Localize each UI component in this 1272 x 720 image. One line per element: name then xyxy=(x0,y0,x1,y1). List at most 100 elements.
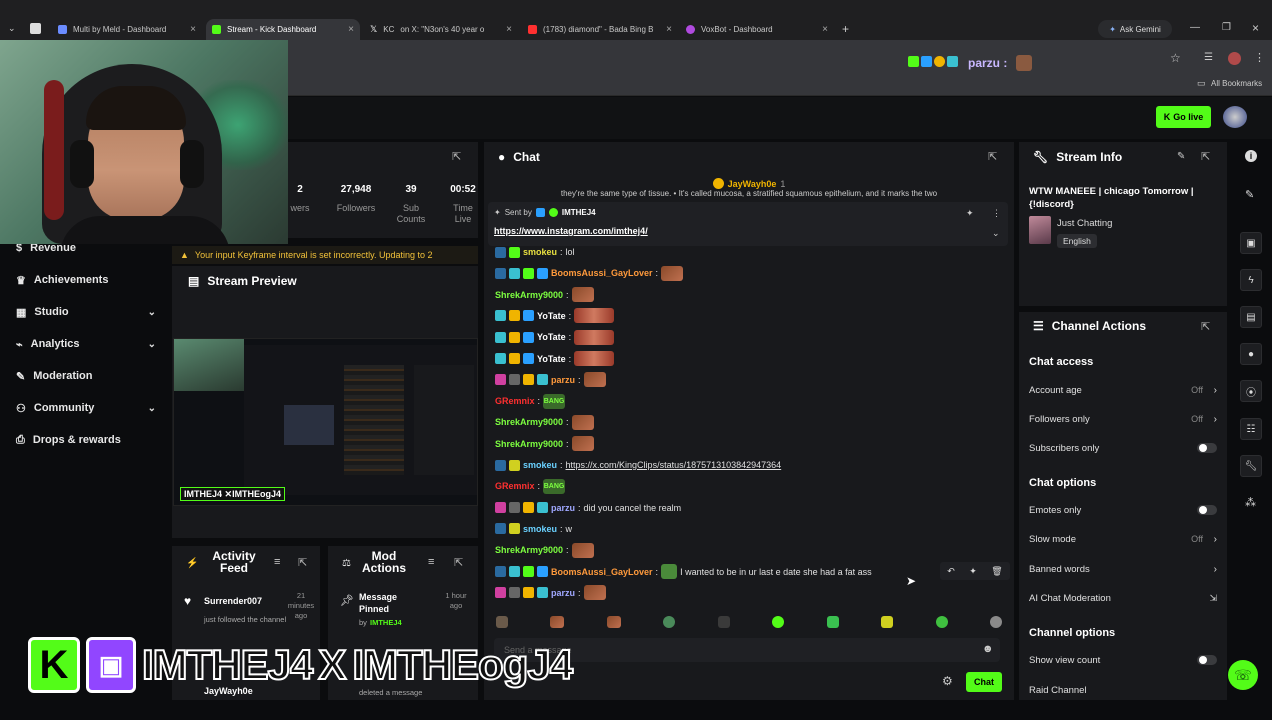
chat-username[interactable]: parzu xyxy=(551,375,575,385)
emote-icon[interactable] xyxy=(663,616,676,628)
pencil-icon[interactable]: ✎ xyxy=(1245,188,1254,201)
close-tab-icon[interactable]: × xyxy=(190,24,196,35)
info-icon[interactable]: i xyxy=(1245,150,1257,162)
browser-tab[interactable]: VoxBot - Dashboard × xyxy=(680,19,834,40)
chat-link[interactable]: https://x.com/KingClips/status/187571310… xyxy=(566,460,782,470)
user-avatar[interactable] xyxy=(1223,106,1247,128)
emoji-icon[interactable]: ☻ xyxy=(982,643,994,655)
chat-settings-icon[interactable]: ⚙ xyxy=(942,674,953,688)
emote-icon[interactable] xyxy=(717,616,730,628)
account-avatar[interactable] xyxy=(1228,52,1241,65)
chat-message[interactable]: ShrekArmy9000: xyxy=(495,413,594,431)
chat-username[interactable]: GRemnix xyxy=(495,396,535,406)
ask-gemini-button[interactable]: ✦ Ask Gemini xyxy=(1098,20,1172,38)
chat-username[interactable]: YoTate xyxy=(537,354,566,364)
chat-username[interactable]: BoomsAussi_GayLover xyxy=(551,268,653,278)
close-tab-icon[interactable]: × xyxy=(348,24,354,35)
emote-icon[interactable] xyxy=(772,616,785,628)
chat-username[interactable]: parzu xyxy=(551,503,575,513)
rail-broadcast-icon[interactable]: ⦿ xyxy=(1240,380,1262,402)
chat-message[interactable]: parzu: did you cancel the realm xyxy=(495,499,681,517)
stream-preview-video[interactable]: IMTHEJ4 ✕ IMTHEogJ4 xyxy=(173,338,478,506)
expand-chevron-icon[interactable]: ⌄ xyxy=(992,228,1000,239)
account-age-row[interactable]: Account age Off › xyxy=(1029,381,1217,399)
chat-username[interactable]: ShrekArmy9000 xyxy=(495,439,563,449)
unpin-icon[interactable]: ✦ xyxy=(966,208,974,219)
minimize-icon[interactable]: — xyxy=(1190,22,1200,33)
filter-icon[interactable]: ≡ xyxy=(428,556,434,568)
emote-icon[interactable] xyxy=(550,616,565,628)
chat-message[interactable]: smokeu: w xyxy=(495,520,572,538)
popout-icon[interactable]: ⇱ xyxy=(452,150,461,163)
restore-icon[interactable]: ❐ xyxy=(1222,22,1231,33)
browser-tab[interactable]: 𝕏 KC on X: "N3on's 40 year o × xyxy=(364,19,518,40)
emotes-only-toggle[interactable] xyxy=(1197,505,1217,515)
chat-username[interactable]: parzu xyxy=(551,588,575,598)
new-tab-button[interactable]: + xyxy=(842,22,849,36)
chat-username[interactable]: ShrekArmy9000 xyxy=(495,545,563,555)
go-live-button[interactable]: K Go live xyxy=(1156,106,1211,128)
emote-icon[interactable] xyxy=(496,616,508,628)
nav-achievements[interactable]: ♛ Achievements xyxy=(16,270,156,290)
browser-tab-active[interactable]: Stream - Kick Dashboard × xyxy=(206,19,360,40)
nav-moderation[interactable]: ✎ Moderation xyxy=(16,366,156,386)
chat-message[interactable]: GRemnix: BANG xyxy=(495,392,566,410)
chat-message[interactable]: YoTate: xyxy=(495,328,615,346)
popout-icon[interactable]: ⇱ xyxy=(298,556,307,569)
banned-words-row[interactable]: Banned words › xyxy=(1029,560,1217,578)
rail-wrench-icon[interactable]: 🔧︎ xyxy=(1240,455,1262,477)
chat-username[interactable]: smokeu xyxy=(523,460,557,470)
chat-message[interactable]: YoTate: xyxy=(495,307,615,325)
close-tab-icon[interactable]: × xyxy=(506,24,512,35)
close-tab-icon[interactable]: × xyxy=(822,24,828,35)
chat-send-button[interactable]: Chat xyxy=(966,672,1002,692)
chat-message[interactable]: BoomsAussi_GayLover: xyxy=(495,264,684,282)
chat-message[interactable]: ShrekArmy9000: xyxy=(495,435,594,453)
extensions-icon[interactable]: ☰ xyxy=(1204,52,1213,63)
bookmark-star-icon[interactable]: ☆ xyxy=(1170,51,1181,65)
chat-username[interactable]: ShrekArmy9000 xyxy=(495,417,563,427)
all-bookmarks-link[interactable]: All Bookmarks xyxy=(1211,79,1262,88)
support-chat-button[interactable]: ☏ xyxy=(1228,660,1258,690)
popout-icon[interactable]: ⇱ xyxy=(1201,150,1210,163)
chat-message[interactable]: ShrekArmy9000: xyxy=(495,541,594,559)
category-name[interactable]: Just Chatting xyxy=(1057,218,1112,229)
popout-icon[interactable]: ⇱ xyxy=(454,556,463,569)
chat-username[interactable]: BoomsAussi_GayLover xyxy=(551,567,653,577)
emote-icon[interactable] xyxy=(606,616,621,628)
chat-username[interactable]: YoTate xyxy=(537,311,566,321)
nav-drops-rewards[interactable]: ⎙ Drops & rewards xyxy=(16,430,156,450)
emote-icon[interactable] xyxy=(989,616,1002,628)
nav-analytics[interactable]: ⌁ Analytics ⌄ xyxy=(16,334,156,354)
pinned-link[interactable]: https://www.instagram.com/imthej4/ xyxy=(494,226,648,236)
chat-message[interactable]: BoomsAussi_GayLover: I wanted to be in ur… xyxy=(495,563,872,581)
reply-icon[interactable]: ↶ xyxy=(947,566,955,577)
delete-icon[interactable]: 🗑︎ xyxy=(991,566,1002,577)
nav-studio[interactable]: ▦ Studio ⌄ xyxy=(16,302,156,322)
emote-icon[interactable] xyxy=(935,616,948,628)
close-window-icon[interactable]: × xyxy=(1252,21,1259,35)
chat-message[interactable]: parzu: xyxy=(495,584,606,602)
rail-chat-icon[interactable]: ● xyxy=(1240,343,1262,365)
chat-message[interactable]: parzu: xyxy=(495,371,606,389)
pin-message-icon[interactable]: ✦ xyxy=(969,566,977,577)
subscribers-only-toggle[interactable] xyxy=(1197,443,1217,453)
followers-only-row[interactable]: Followers only Off › xyxy=(1029,410,1217,428)
chat-username[interactable]: GRemnix xyxy=(495,481,535,491)
close-tab-icon[interactable]: × xyxy=(666,24,672,35)
nav-community[interactable]: ⚇ Community ⌄ xyxy=(16,398,156,418)
popout-icon[interactable]: ⇱ xyxy=(1201,320,1210,333)
tab-group-icon[interactable] xyxy=(30,23,41,34)
chat-username[interactable]: ShrekArmy9000 xyxy=(495,290,563,300)
browser-tab[interactable]: (1783) diamond" - Bada Bing B × xyxy=(522,19,678,40)
popout-icon[interactable]: ⇱ xyxy=(988,150,997,163)
chat-username[interactable]: smokeu xyxy=(523,524,557,534)
raid-channel-row[interactable]: Raid Channel xyxy=(1029,681,1217,699)
rail-screen-icon[interactable]: ▣ xyxy=(1240,232,1262,254)
browser-menu-icon[interactable]: ⋮ xyxy=(1254,51,1265,64)
edit-icon[interactable]: ✎ xyxy=(1177,151,1185,162)
browser-tab[interactable]: Multi by Meld - Dashboard × xyxy=(52,19,202,40)
chat-message[interactable]: YoTate: xyxy=(495,350,615,368)
rail-bolt-icon[interactable]: ϟ xyxy=(1240,269,1262,291)
chat-username[interactable]: YoTate xyxy=(537,332,566,342)
